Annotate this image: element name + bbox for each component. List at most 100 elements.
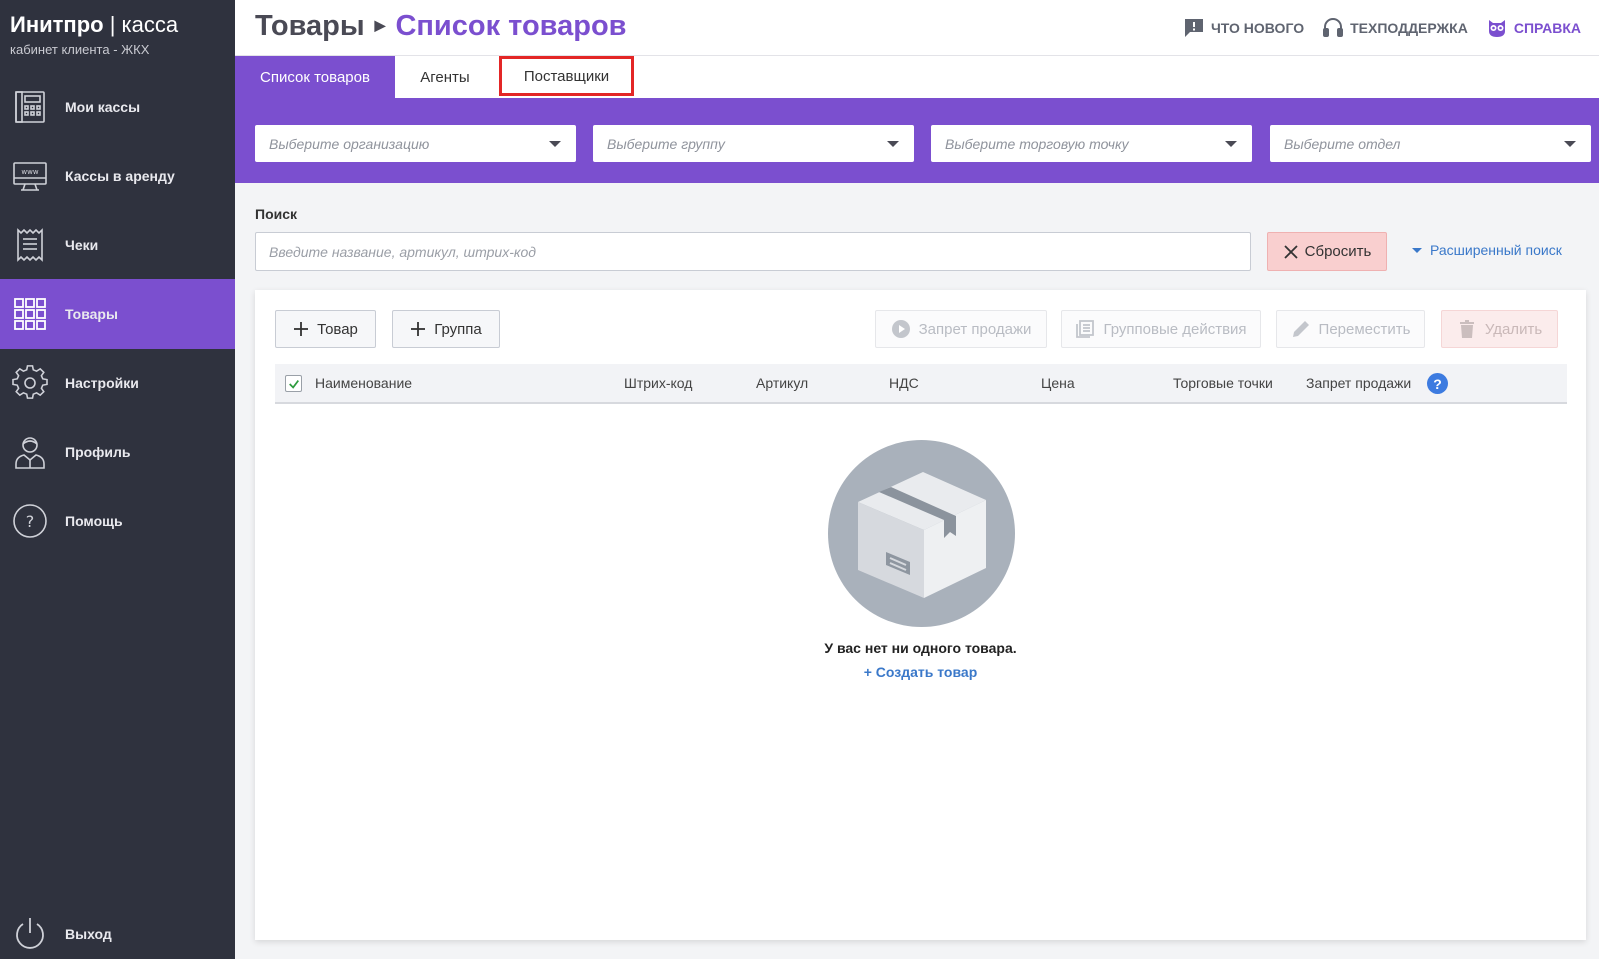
plus-icon bbox=[411, 322, 426, 336]
help-circle-icon[interactable]: ? bbox=[1427, 373, 1448, 394]
support-link[interactable]: ТЕХПОДДЕРЖКА bbox=[1322, 17, 1468, 39]
play-circle-icon bbox=[891, 320, 910, 338]
point-select[interactable]: Выберите торговую точку bbox=[931, 125, 1252, 162]
page-title: Список товаров bbox=[395, 10, 627, 42]
create-product-link[interactable]: + Создать товар bbox=[255, 664, 1586, 680]
whats-new-label: ЧТО НОВОГО bbox=[1210, 20, 1305, 36]
grid-icon bbox=[12, 296, 48, 332]
sidebar-item-rental-registers[interactable]: www Кассы в аренду bbox=[0, 141, 235, 211]
group-select[interactable]: Выберите группу bbox=[593, 125, 914, 162]
help-icon: ? bbox=[12, 503, 48, 539]
caret-down-icon bbox=[1412, 247, 1422, 253]
column-article[interactable]: Артикул bbox=[756, 375, 808, 391]
column-barcode[interactable]: Штрих-код bbox=[624, 375, 692, 391]
tab-product-list[interactable]: Список товаров bbox=[235, 56, 395, 98]
chevron-down-icon bbox=[1564, 141, 1576, 147]
group-select-placeholder: Выберите группу bbox=[607, 135, 725, 152]
organization-select[interactable]: Выберите организацию bbox=[255, 125, 576, 162]
brand-logo[interactable]: Инитпро | касса bbox=[10, 12, 178, 38]
sidebar-item-my-registers[interactable]: Мои кассы bbox=[0, 72, 235, 142]
column-ban-sale[interactable]: Запрет продажи bbox=[1306, 375, 1411, 391]
help-reference-label: СПРАВКА bbox=[1513, 20, 1581, 36]
add-product-label: Товар bbox=[317, 320, 358, 338]
add-group-label: Группа bbox=[434, 320, 482, 338]
gear-icon bbox=[12, 365, 48, 401]
delete-button[interactable]: Удалить bbox=[1441, 310, 1558, 348]
pencil-icon bbox=[1292, 321, 1309, 337]
column-points[interactable]: Торговые точки bbox=[1173, 375, 1273, 391]
sidebar-item-label: Кассы в аренду bbox=[65, 168, 175, 184]
sidebar-item-label: Товары bbox=[65, 306, 118, 322]
sidebar-item-label: Мои кассы bbox=[65, 99, 141, 115]
advanced-search-label: Расширенный поиск bbox=[1430, 242, 1562, 258]
sidebar-item-label: Помощь bbox=[65, 513, 123, 529]
tab-bar: Список товаров Агенты Поставщики bbox=[235, 56, 1599, 98]
filter-bar: Выберите организацию Выберите группу Выб… bbox=[235, 98, 1599, 183]
sidebar-item-label: Профиль bbox=[65, 444, 131, 460]
point-select-placeholder: Выберите торговую точку bbox=[945, 135, 1129, 152]
header-links: ЧТО НОВОГО ТЕХПОДДЕРЖКА СПРАВКА bbox=[1165, 17, 1581, 39]
sidebar-item-settings[interactable]: Настройки bbox=[0, 348, 235, 418]
advanced-search-link[interactable]: Расширенный поиск bbox=[1412, 242, 1562, 258]
sidebar-item-receipts[interactable]: Чеки bbox=[0, 210, 235, 280]
reset-label: Сбросить bbox=[1304, 243, 1372, 260]
brand: Инитпро | касса кабинет клиента - ЖКХ bbox=[10, 12, 178, 57]
owl-icon bbox=[1488, 20, 1505, 37]
power-icon bbox=[12, 916, 48, 952]
close-icon bbox=[1284, 244, 1298, 259]
chevron-down-icon bbox=[887, 141, 899, 147]
tab-suppliers[interactable]: Поставщики bbox=[499, 56, 634, 96]
brand-product: касса bbox=[121, 12, 179, 37]
trash-icon bbox=[1459, 320, 1474, 338]
receipt-icon bbox=[12, 227, 48, 263]
department-select-placeholder: Выберите отдел bbox=[1284, 135, 1401, 152]
breadcrumb-root[interactable]: Товары bbox=[255, 10, 365, 42]
search-input[interactable] bbox=[255, 232, 1251, 271]
breadcrumb: Товары ▶ Список товаров bbox=[255, 10, 627, 43]
chevron-down-icon bbox=[1225, 141, 1237, 147]
user-icon bbox=[12, 434, 48, 470]
brand-subtitle: кабинет клиента - ЖКХ bbox=[10, 42, 150, 57]
tab-agents[interactable]: Агенты bbox=[395, 56, 495, 98]
list-icon bbox=[1076, 320, 1095, 338]
sidebar-item-label: Чеки bbox=[65, 237, 99, 253]
column-price[interactable]: Цена bbox=[1041, 375, 1075, 391]
sidebar-item-help[interactable]: ? Помощь bbox=[0, 486, 235, 556]
help-reference-link[interactable]: СПРАВКА bbox=[1486, 17, 1581, 39]
plus-icon bbox=[294, 322, 309, 336]
logout-button[interactable]: Выход bbox=[0, 899, 235, 959]
add-product-button[interactable]: Товар bbox=[275, 310, 376, 348]
table-header: Наименование Штрих-код Артикул НДС Цена … bbox=[275, 364, 1567, 404]
sidebar-item-profile[interactable]: Профиль bbox=[0, 417, 235, 487]
support-label: ТЕХПОДДЕРЖКА bbox=[1350, 20, 1468, 36]
sidebar-item-products[interactable]: Товары bbox=[0, 279, 235, 349]
chevron-right-icon: ▶ bbox=[374, 17, 386, 33]
ban-sale-label: Запрет продажи bbox=[918, 320, 1032, 338]
whats-new-link[interactable]: ЧТО НОВОГО bbox=[1183, 17, 1304, 39]
reset-button[interactable]: Сбросить bbox=[1267, 232, 1387, 271]
group-actions-label: Групповые действия bbox=[1103, 320, 1247, 338]
move-button[interactable]: Переместить bbox=[1276, 310, 1425, 348]
department-select[interactable]: Выберите отдел bbox=[1270, 125, 1591, 162]
sidebar: Инитпро | касса кабинет клиента - ЖКХ Мо… bbox=[0, 0, 235, 959]
search-label: Поиск bbox=[255, 206, 298, 222]
cash-register-icon bbox=[12, 89, 48, 125]
products-card: Товар Группа Запрет продажи Групповые де… bbox=[255, 290, 1586, 940]
svg-text:www: www bbox=[21, 168, 38, 176]
ban-sale-button[interactable]: Запрет продажи bbox=[875, 310, 1047, 348]
svg-text:?: ? bbox=[26, 512, 35, 531]
monitor-www-icon: www bbox=[12, 158, 48, 194]
column-name[interactable]: Наименование bbox=[315, 375, 412, 391]
sidebar-item-label: Настройки bbox=[65, 375, 139, 391]
page-header: Товары ▶ Список товаров ЧТО НОВОГО ТЕХПОДД… bbox=[235, 0, 1599, 56]
empty-state-message: У вас нет ни одного товара. bbox=[824, 640, 1017, 656]
group-actions-button[interactable]: Групповые действия bbox=[1061, 310, 1261, 348]
chevron-down-icon bbox=[549, 141, 561, 147]
organization-select-placeholder: Выберите организацию bbox=[269, 135, 430, 152]
add-group-button[interactable]: Группа bbox=[392, 310, 500, 348]
select-all-checkbox[interactable] bbox=[285, 375, 302, 392]
brand-name: Инитпро bbox=[10, 12, 104, 37]
column-vat[interactable]: НДС bbox=[889, 375, 919, 391]
message-alert-icon bbox=[1184, 19, 1203, 37]
delete-label: Удалить bbox=[1484, 320, 1543, 338]
